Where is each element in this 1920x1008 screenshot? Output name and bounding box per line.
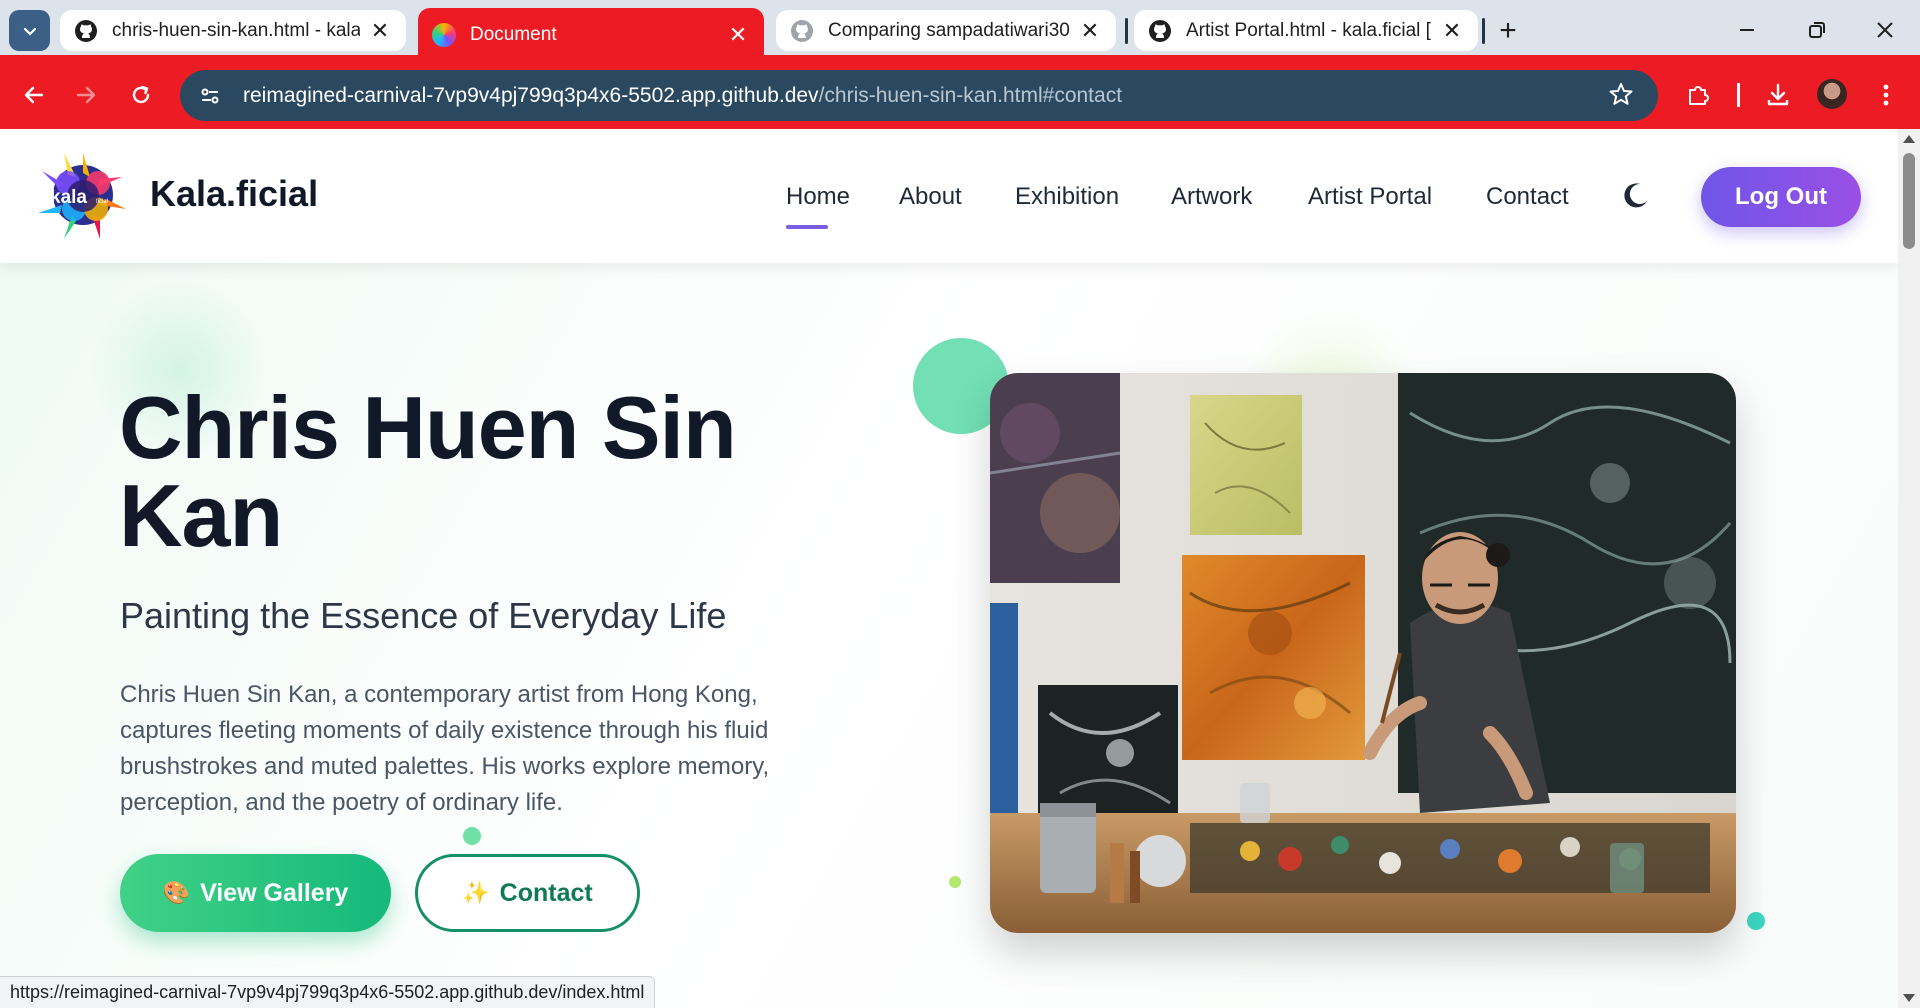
browser-tab-3[interactable]: Comparing sampadatiwari30:m ✕: [776, 10, 1116, 51]
palette-icon: 🎨: [162, 880, 191, 905]
browser-tab-4[interactable]: Artist Portal.html - kala.ficial [Co ✕: [1134, 10, 1478, 51]
logo-suffix: ficial: [96, 199, 108, 205]
browser-tab-2-active[interactable]: Document ✕: [418, 8, 764, 61]
scrollbar-thumb[interactable]: [1903, 153, 1915, 249]
tab-separator: [1125, 18, 1128, 44]
reload-icon: [132, 85, 150, 104]
url-text: reimagined-carnival-7vp9v4pj799q3p4x6-55…: [243, 84, 1122, 108]
arrow-left-icon: [24, 86, 44, 104]
forward-button[interactable]: [66, 75, 106, 115]
site-info-icon[interactable]: [190, 76, 230, 116]
tab-title: chris-huen-sin-kan.html - kala.fi: [112, 19, 360, 41]
close-tab-icon[interactable]: ✕: [1078, 18, 1102, 43]
scroll-down-arrow-icon[interactable]: [1903, 994, 1915, 1002]
tab-separator: [1482, 18, 1485, 44]
decorative-dot: [463, 827, 481, 845]
browser-menu-button[interactable]: [1866, 75, 1906, 115]
brand-name[interactable]: Kala.ficial: [150, 173, 318, 215]
close-tab-icon[interactable]: ✕: [726, 22, 750, 47]
minimize-icon: [1740, 29, 1754, 31]
view-gallery-button[interactable]: 🎨 View Gallery: [120, 854, 391, 932]
sparkles-icon: ✨: [462, 880, 490, 905]
arrow-right-icon: [76, 86, 96, 104]
minimize-window-button[interactable]: [1724, 10, 1770, 50]
contact-button[interactable]: ✨ Contact: [415, 854, 640, 932]
artist-studio-photo: [990, 373, 1736, 933]
studio-illustration: [990, 373, 1736, 933]
hero-description: Chris Huen Sin Kan, a contemporary artis…: [120, 681, 770, 816]
close-window-button[interactable]: [1862, 10, 1908, 50]
toolbar-divider: [1737, 83, 1740, 107]
profile-avatar[interactable]: [1817, 79, 1847, 109]
url-host: reimagined-carnival-7vp9v4pj799q3p4x6-55…: [243, 83, 819, 107]
theme-toggle-button[interactable]: [1620, 181, 1650, 211]
kala-favicon-icon: [432, 22, 456, 47]
restore-icon: [1809, 22, 1825, 38]
close-icon: [1877, 22, 1893, 38]
github-icon: [74, 19, 98, 43]
log-out-button[interactable]: Log Out: [1701, 167, 1861, 227]
link-status-bubble: https://reimagined-carnival-7vp9v4pj799q…: [0, 976, 656, 1008]
new-tab-button[interactable]: +: [1491, 14, 1525, 48]
browser-tab-1[interactable]: chris-huen-sin-kan.html - kala.fi ✕: [60, 10, 406, 51]
nav-link-artwork[interactable]: Artwork: [1171, 183, 1252, 211]
downloads-button[interactable]: [1758, 75, 1798, 115]
kebab-menu-icon: [1883, 84, 1889, 106]
address-bar[interactable]: reimagined-carnival-7vp9v4pj799q3p4x6-55…: [180, 70, 1658, 121]
github-icon: [790, 19, 814, 43]
download-icon: [1767, 83, 1789, 106]
decorative-dot: [949, 876, 961, 888]
reload-button[interactable]: [121, 75, 161, 115]
decorative-dot: [1747, 912, 1765, 930]
github-icon: [1148, 19, 1172, 43]
moon-icon: [1624, 183, 1647, 208]
site-header: kala ficial Kala.ficial Home About Exhib…: [0, 129, 1898, 263]
nav-link-exhibition[interactable]: Exhibition: [1015, 183, 1119, 211]
nav-link-artist-portal[interactable]: Artist Portal: [1308, 183, 1432, 211]
scroll-up-arrow-icon[interactable]: [1903, 135, 1915, 143]
nav-link-about[interactable]: About: [899, 183, 962, 211]
puzzle-icon: [1689, 86, 1709, 105]
bookmark-star-icon[interactable]: [1608, 81, 1634, 112]
close-tab-icon[interactable]: ✕: [368, 18, 392, 43]
view-gallery-label: View Gallery: [200, 878, 349, 907]
kala-logo[interactable]: kala ficial: [34, 147, 132, 243]
hero-title: Chris Huen Sin Kan: [119, 378, 737, 565]
page-scrollbar[interactable]: [1898, 129, 1920, 1008]
url-path: /chris-huen-sin-kan.html#contact: [818, 83, 1123, 107]
chevron-down-icon: [23, 27, 36, 36]
nav-link-home[interactable]: Home: [786, 183, 850, 229]
logo-text: kala: [50, 187, 87, 208]
restore-window-button[interactable]: [1794, 10, 1840, 50]
page-viewport: kala ficial Kala.ficial Home About Exhib…: [0, 129, 1898, 1008]
tab-title: Artist Portal.html - kala.ficial [Co: [1186, 19, 1432, 41]
browser-toolbar: reimagined-carnival-7vp9v4pj799q3p4x6-55…: [0, 61, 1920, 129]
tab-search-button[interactable]: [9, 10, 50, 51]
back-button[interactable]: [14, 75, 54, 115]
tab-title: Document: [470, 23, 557, 45]
browser-tab-strip: chris-huen-sin-kan.html - kala.fi ✕ Docu…: [0, 0, 1920, 61]
contact-label: Contact: [499, 878, 593, 907]
hero-subtitle: Painting the Essence of Everyday Life: [120, 595, 727, 636]
extensions-button[interactable]: [1678, 75, 1718, 115]
close-tab-icon[interactable]: ✕: [1440, 18, 1464, 43]
tab-title: Comparing sampadatiwari30:m: [828, 19, 1070, 41]
nav-link-contact[interactable]: Contact: [1486, 183, 1569, 211]
